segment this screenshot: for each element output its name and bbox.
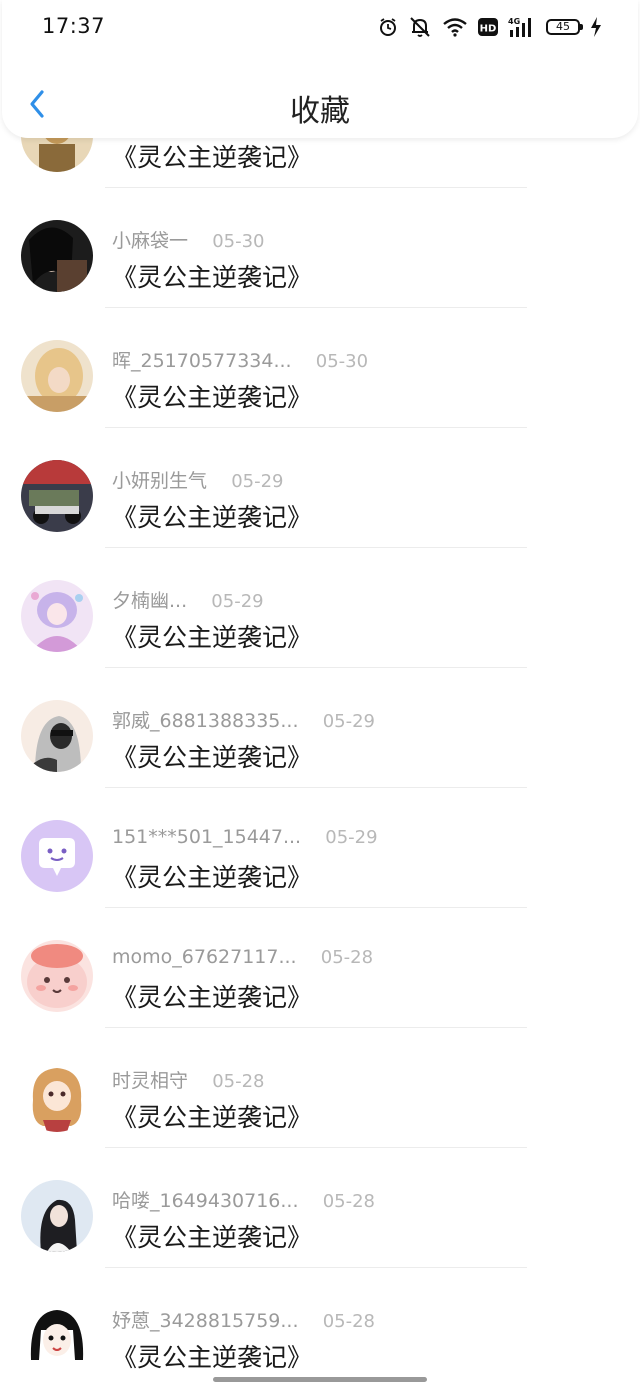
- svg-text:4G: 4G: [508, 17, 520, 26]
- meta-row: 郭威_6881388335... 05-29: [112, 706, 375, 733]
- list-item[interactable]: 小妍别生气 05-29 《灵公主逆袭记》: [0, 428, 640, 548]
- list-item[interactable]: 晖_25170577334... 05-30 《灵公主逆袭记》: [0, 308, 640, 428]
- avatar: [21, 580, 93, 652]
- avatar: [21, 340, 93, 412]
- list-item[interactable]: 郭威_6881388335... 05-29 《灵公主逆袭记》: [0, 668, 640, 788]
- book-title: 《灵公主逆袭记》: [112, 1223, 313, 1252]
- username: 小麻袋一: [112, 230, 189, 252]
- meta-row: momo_67627117... 05-28: [112, 946, 373, 968]
- favorites-list: 《灵公主逆袭记》 小麻袋一 05-30 《灵公主逆袭记》 晖_251705773…: [0, 0, 640, 1387]
- page-title: 收藏: [290, 94, 350, 129]
- book-title: 《灵公主逆袭记》: [112, 383, 313, 412]
- book-title: 《灵公主逆袭记》: [112, 623, 313, 652]
- username: momo_67627117...: [112, 946, 297, 968]
- meta-row: 妤蒽_3428815759... 05-28: [112, 1306, 375, 1333]
- meta-row: 哈喽_1649430716... 05-28: [112, 1186, 375, 1213]
- wifi-icon: [443, 18, 467, 37]
- list-item[interactable]: 151***501_15447... 05-29 《灵公主逆袭记》: [0, 788, 640, 908]
- favorites-screen: 《灵公主逆袭记》 小麻袋一 05-30 《灵公主逆袭记》 晖_251705773…: [0, 0, 640, 1387]
- avatar: [21, 940, 93, 1012]
- svg-text:HD: HD: [480, 24, 497, 35]
- status-time: 17:37: [42, 14, 106, 38]
- username: 夕楠幽...: [112, 590, 188, 612]
- home-indicator[interactable]: [213, 1377, 427, 1382]
- date: 05-30: [212, 231, 265, 252]
- list-item[interactable]: 夕楠幽... 05-29 《灵公主逆袭记》: [0, 548, 640, 668]
- avatar: [21, 1060, 93, 1132]
- meta-row: 时灵相守 05-28: [112, 1066, 265, 1093]
- list-item[interactable]: momo_67627117... 05-28 《灵公主逆袭记》: [0, 908, 640, 1028]
- mute-bell-icon: [410, 17, 430, 37]
- list-item[interactable]: 时灵相守 05-28 《灵公主逆袭记》: [0, 1028, 640, 1148]
- hd-icon: HD: [478, 18, 498, 36]
- date: 05-29: [325, 827, 378, 848]
- avatar: [21, 1300, 93, 1372]
- username: 时灵相守: [112, 1070, 189, 1092]
- avatar: [21, 700, 93, 772]
- book-title: 《灵公主逆袭记》: [112, 1343, 313, 1372]
- list-item[interactable]: 哈喽_1649430716... 05-28 《灵公主逆袭记》: [0, 1148, 640, 1268]
- username: 哈喽_1649430716...: [112, 1190, 299, 1212]
- date: 05-29: [231, 471, 284, 492]
- list-item[interactable]: 小麻袋一 05-30 《灵公主逆袭记》: [0, 188, 640, 308]
- username: 小妍别生气: [112, 470, 208, 492]
- list-item[interactable]: 妤蒽_3428815759... 05-28 《灵公主逆袭记》: [0, 1268, 640, 1387]
- date: 05-30: [315, 351, 369, 372]
- book-title: 《灵公主逆袭记》: [112, 863, 313, 892]
- status-icons: HD 4G 45: [378, 16, 602, 38]
- book-title: 《灵公主逆袭记》: [112, 143, 313, 172]
- book-title: 《灵公主逆袭记》: [112, 743, 313, 772]
- meta-row: 夕楠幽... 05-29: [112, 586, 264, 613]
- date: 05-29: [322, 711, 375, 732]
- meta-row: 晖_25170577334... 05-30: [112, 346, 368, 373]
- avatar: [21, 1180, 93, 1252]
- book-title: 《灵公主逆袭记》: [112, 983, 313, 1012]
- meta-row: 小麻袋一 05-30: [112, 226, 265, 253]
- date: 05-28: [320, 947, 374, 968]
- date: 05-28: [322, 1311, 375, 1332]
- username: 郭威_6881388335...: [112, 710, 299, 732]
- date: 05-28: [212, 1071, 265, 1092]
- username: 妤蒽_3428815759...: [112, 1310, 299, 1332]
- username: 151***501_15447...: [112, 826, 302, 848]
- date: 05-29: [211, 591, 264, 612]
- cellular-signal-icon: 4G: [508, 17, 531, 37]
- status-bar: 17:37 HD 4G 45: [0, 0, 640, 56]
- battery-icon: 45: [546, 19, 583, 35]
- avatar: [21, 820, 93, 892]
- book-title: 《灵公主逆袭记》: [112, 503, 313, 532]
- charging-icon: [591, 17, 601, 37]
- meta-row: 151***501_15447... 05-29: [112, 826, 378, 848]
- alarm-icon: [380, 18, 396, 36]
- meta-row: 小妍别生气 05-29: [112, 466, 284, 493]
- avatar: [21, 460, 93, 532]
- date: 05-28: [322, 1191, 375, 1212]
- avatar: [21, 220, 93, 292]
- book-title: 《灵公主逆袭记》: [112, 1103, 313, 1132]
- username: 晖_25170577334...: [112, 350, 292, 372]
- book-title: 《灵公主逆袭记》: [112, 263, 313, 292]
